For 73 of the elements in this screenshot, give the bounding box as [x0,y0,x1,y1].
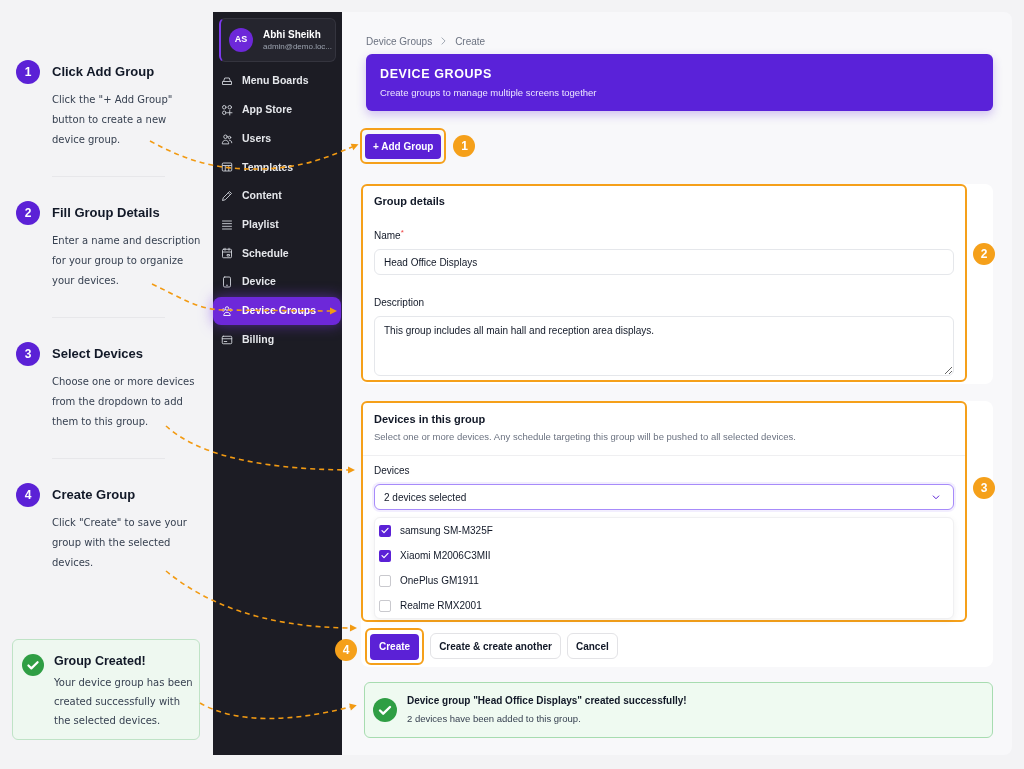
callout-number: 3 [973,477,995,499]
checkbox[interactable] [379,574,391,587]
step-title: Click Add Group [52,63,155,81]
chevron-down-icon [932,494,940,500]
option-label[interactable]: samsung SM-M325F [400,523,493,538]
secondary-button[interactable]: Cancel [566,633,618,660]
users-icon [221,132,233,145]
step-number: 3 [16,342,40,366]
breadcrumb-current: Create [455,34,486,49]
select-field[interactable]: 2 devices selected [374,484,954,510]
checkbox[interactable] [379,524,391,537]
step-title: Create Group [52,486,136,504]
sidebar-item[interactable]: Playlist [213,210,341,240]
user-name: Abhi Sheikh [263,28,322,41]
sidebar-item[interactable]: Billing [213,325,341,354]
tray-icon [221,75,233,88]
checkbox[interactable] [379,599,391,612]
callout-number: 2 [973,243,995,265]
option-label[interactable]: Realme RMX2001 [400,598,482,613]
sidebar-item[interactable]: Content [213,181,341,211]
apps-grid-icon [221,104,233,117]
step-number: 1 [16,60,40,84]
list-icon [221,218,233,231]
create-button[interactable]: Create [370,633,420,660]
breadcrumb-link[interactable]: Device Groups [366,33,433,49]
sidebar-item[interactable]: App Store [213,95,341,125]
step-number: 4 [16,483,40,507]
user-email: admin@demo.loc... [263,41,333,52]
sidebar-item[interactable]: Users [213,124,341,154]
user-avatar: AS [229,28,253,52]
section-description: Select one or more devices. Any schedule targeting this group will be pushed to all selected devices. [374,430,797,444]
field-label: Devices [374,464,411,478]
textarea-field[interactable]: This group includes all main hall and reception area displays. [374,316,954,376]
sidebar-item[interactable]: Schedule [213,239,341,268]
section-title: Group details [374,194,446,209]
text-input[interactable]: Head Office Displays [374,249,954,275]
alert-message: 2 devices have been added to this group. [407,712,582,726]
sidebar-item[interactable]: Menu Boards [213,67,341,96]
chevron-right-icon [441,37,447,45]
credit-card-icon [221,333,233,346]
sidebar-item[interactable]: Device [213,267,341,297]
success-check-icon [373,698,397,722]
page-title: DEVICE GROUPS [380,65,493,82]
add-group-button[interactable]: + Add Group [365,134,442,159]
checkmark-icon [381,552,389,559]
callout-number: 1 [453,135,476,157]
page-subtitle: Create groups to manage multiple screens together [380,85,598,100]
option-label[interactable]: Xiaomi M2006C3MII [400,548,491,563]
field-label: Description [374,296,426,310]
group-icon [221,304,233,317]
success-check-icon [22,654,44,676]
sidebar-item[interactable]: Templates [213,153,341,182]
field-label: Name$^{*}$ [374,229,405,243]
table-icon [221,161,233,174]
result-title: Group Created! [54,653,147,669]
alert-title: Device group "Head Office Displays" created successfully! [407,694,687,708]
checkmark-icon [381,527,389,534]
secondary-button[interactable]: Create & create another [430,633,561,660]
option-label[interactable]: OnePlus GM1911 [400,573,479,588]
step-description: Enter a name and description for your group to organize your devices. [52,234,202,288]
section-title: Devices in this group [374,412,487,427]
checkbox[interactable] [379,549,391,562]
calendar-icon [221,247,233,260]
step-description: Click the "+ Add Group" button to create a new device group. [52,93,174,147]
pen-icon [221,190,233,203]
phone-icon [221,276,233,289]
step-title: Select Devices [52,345,144,363]
step-number: 2 [16,201,40,225]
step-description: Click "Create" to save your group with the selected devices. [52,516,188,570]
step-description: Choose one or more devices from the dropdown to add them to this group. [52,375,196,429]
step-title: Fill Group Details [52,204,160,222]
callout-number: 4 [335,639,357,661]
result-description: Your device group has been created successfully with the selected devices. [54,676,194,728]
